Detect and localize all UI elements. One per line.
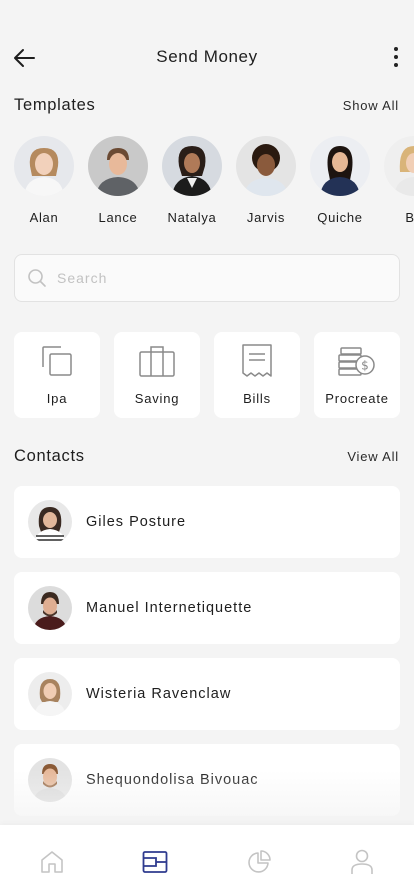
avatar <box>28 586 72 630</box>
template-name: Jarvis <box>246 210 286 225</box>
coins-dollar-icon: $ <box>338 347 375 376</box>
action-ipa[interactable]: Ipa <box>14 332 100 418</box>
briefcase-icon <box>139 346 175 377</box>
avatar <box>310 136 370 196</box>
search-input[interactable] <box>57 270 377 286</box>
template-item[interactable]: Jarvis <box>236 136 296 228</box>
tab-wallet[interactable] <box>135 847 175 877</box>
contacts-list: Giles Posture Manuel Internetiquette Wis… <box>14 486 400 830</box>
avatar <box>236 136 296 196</box>
show-all-link[interactable]: Show All <box>343 98 399 113</box>
templates-carousel[interactable]: Alan Lance Natalya Jarvis Quiche B <box>14 136 414 228</box>
action-bills[interactable]: Bills <box>214 332 300 418</box>
header: Send Money <box>0 0 414 110</box>
templates-title: Templates <box>14 96 96 114</box>
contact-item[interactable]: Giles Posture <box>14 486 400 558</box>
action-label: Saving <box>134 391 180 406</box>
contacts-title: Contacts <box>14 447 85 465</box>
bottom-tab-bar <box>0 825 414 896</box>
contact-name: Manuel Internetiquette <box>86 600 253 616</box>
pie-chart-icon <box>247 850 271 873</box>
user-icon <box>351 849 374 874</box>
action-label: Bills <box>243 391 271 406</box>
avatar <box>162 136 222 196</box>
contact-name: Giles Posture <box>86 514 187 530</box>
tab-home[interactable] <box>32 847 72 877</box>
template-item[interactable]: Quiche <box>310 136 370 228</box>
action-procreate[interactable]: $ Procreate <box>314 332 400 418</box>
contact-item[interactable]: Manuel Internetiquette <box>14 572 400 644</box>
contacts-header: Contacts View All <box>14 447 399 466</box>
more-options-button[interactable] <box>386 42 406 72</box>
avatar <box>384 136 414 196</box>
template-item[interactable]: Alan <box>14 136 74 228</box>
template-name: Quiche <box>317 210 363 225</box>
action-label: Ipa <box>46 391 68 406</box>
action-saving[interactable]: Saving <box>114 332 200 418</box>
template-name: Alan <box>29 210 59 225</box>
avatar <box>88 136 148 196</box>
template-name: Lance <box>98 210 138 225</box>
contact-name: Wisteria Ravenclaw <box>86 686 232 702</box>
page-title: Send Money <box>156 47 258 66</box>
copy-icon <box>42 346 72 376</box>
search-box[interactable] <box>14 254 400 302</box>
contact-item[interactable]: Shequondolisa Bivouac <box>14 744 400 816</box>
avatar <box>14 136 74 196</box>
template-name: Ba <box>405 210 414 225</box>
home-icon <box>40 851 63 873</box>
avatar <box>28 500 72 544</box>
receipt-icon <box>242 344 272 377</box>
quick-actions: Ipa Saving Bills $ Procreate <box>14 332 400 418</box>
templates-header: Templates Show All <box>14 96 399 115</box>
more-vertical-icon <box>394 47 398 51</box>
tab-stats[interactable] <box>239 847 279 877</box>
view-all-link[interactable]: View All <box>347 449 399 464</box>
wallet-icon <box>142 851 168 873</box>
search-icon <box>28 269 46 287</box>
contact-name: Shequondolisa Bivouac <box>86 772 259 788</box>
svg-text:$: $ <box>361 359 369 373</box>
avatar <box>28 758 72 802</box>
contact-item[interactable]: Wisteria Ravenclaw <box>14 658 400 730</box>
avatar <box>28 672 72 716</box>
template-item[interactable]: Natalya <box>162 136 222 228</box>
template-item[interactable]: Lance <box>88 136 148 228</box>
action-label: Procreate <box>325 391 389 406</box>
template-name: Natalya <box>167 210 217 225</box>
template-item[interactable]: Ba <box>384 136 414 228</box>
tab-profile[interactable] <box>342 847 382 877</box>
